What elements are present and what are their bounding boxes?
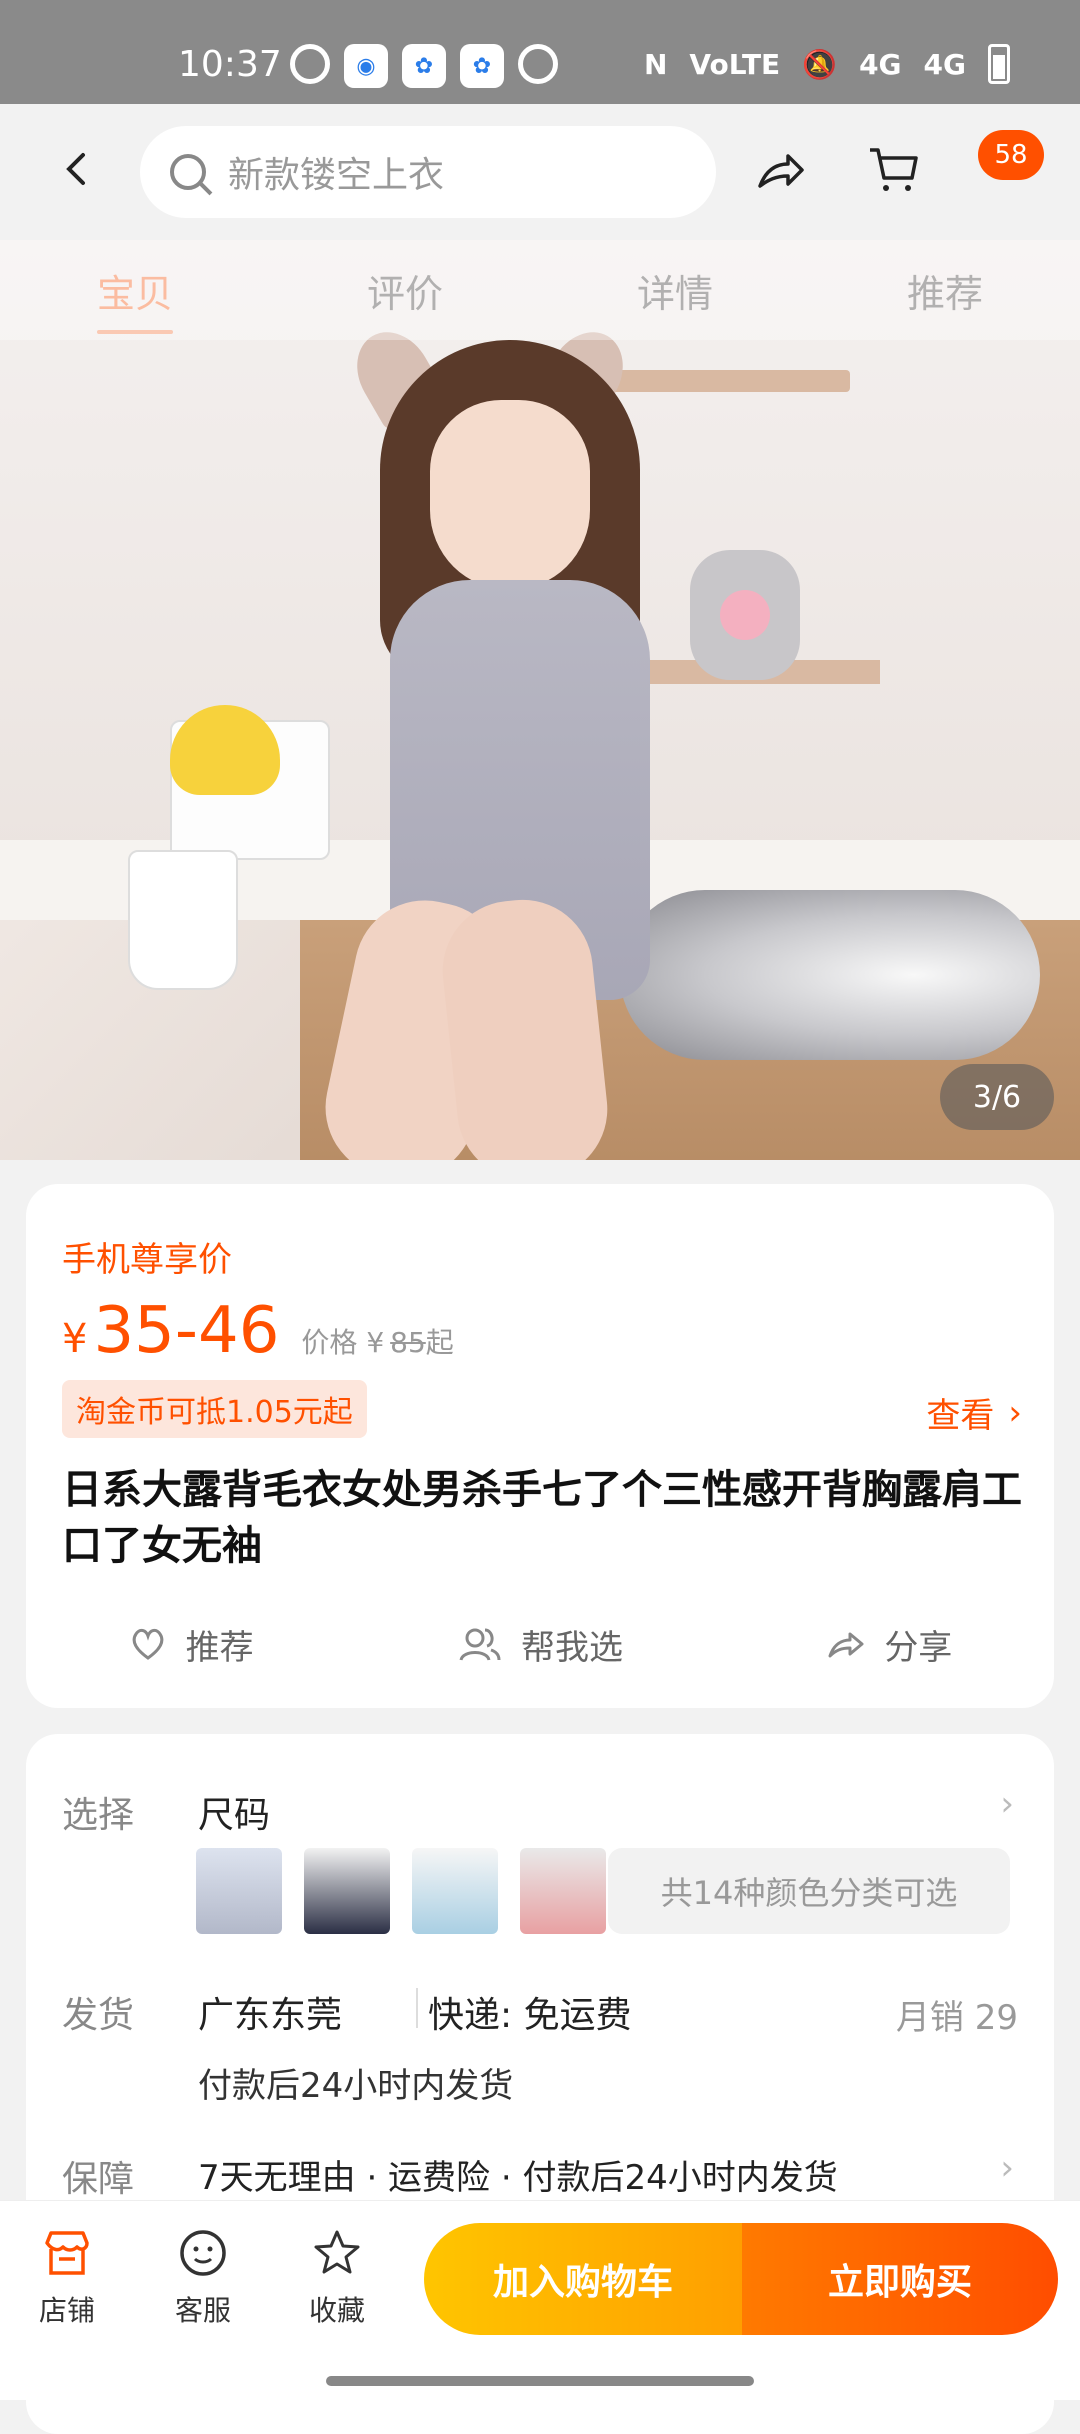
shop-button[interactable]: 店铺 — [12, 2225, 122, 2329]
monthly-sales: 月销 29 — [895, 1998, 1018, 2038]
home-indicator[interactable] — [326, 2376, 754, 2386]
search-icon — [170, 154, 206, 190]
battery-icon — [988, 44, 1010, 84]
app-notification-icon: ✿ — [460, 44, 504, 88]
volte-icon: VoLTE — [689, 47, 781, 81]
shop-label: 店铺 — [38, 2294, 95, 2327]
section-tabs: 宝贝 评价 详情 推荐 — [0, 240, 1080, 340]
share-icon — [828, 1632, 864, 1658]
chevron-right-icon[interactable]: › — [1000, 1784, 1014, 1824]
store-icon — [41, 2225, 93, 2281]
chevron-left-icon — [66, 153, 85, 185]
color-count-button[interactable]: 共14种颜色分类可选 — [608, 1848, 1010, 1934]
people-icon — [459, 1628, 501, 1661]
paw-glove-shape — [690, 550, 800, 680]
alarm-icon — [518, 44, 558, 84]
share-icon — [758, 154, 804, 188]
product-actions: 推荐 帮我选 分享 — [26, 1604, 1054, 1684]
status-bar: 10:37 ◉ ✿ ✿ N VoLTE 🔕 4G 4G — [0, 0, 1080, 104]
currency-symbol: ¥ — [62, 1316, 88, 1362]
original-price: 85 — [390, 1326, 426, 1359]
price-card: 手机尊享价 ¥ 35-46 价格 ¥ 85 起 淘金币可抵1.05元起 查看 ›… — [26, 1184, 1054, 1708]
view-discount-link[interactable]: 查看 › — [926, 1388, 1022, 1437]
select-label: 选择 — [62, 1795, 135, 1836]
product-title: 日系大露背毛衣女处男杀手七了个三性感开背胸露肩工口了女无袖 — [62, 1467, 1022, 1569]
back-button[interactable] — [52, 144, 102, 194]
product-photo — [300, 318, 800, 1160]
sku-thumbnail[interactable] — [196, 1848, 282, 1934]
coin-discount-badge: 淘金币可抵1.05元起 — [62, 1380, 367, 1438]
share-button[interactable] — [752, 142, 812, 202]
share-action-button[interactable]: 分享 — [826, 1620, 952, 1669]
add-to-cart-button[interactable]: 加入购物车 — [424, 2223, 742, 2335]
app-notification-icon: ✿ — [402, 44, 446, 88]
recommend-button[interactable]: 推荐 — [128, 1620, 254, 1669]
guarantee-value[interactable]: 7天无理由 · 运费险 · 付款后24小时内发货 — [198, 2150, 838, 2199]
shipping-label: 发货 — [62, 1995, 135, 2036]
favorite-button[interactable]: 收藏 — [282, 2225, 392, 2329]
status-time: 10:37 — [178, 44, 282, 85]
dnd-icon — [290, 44, 330, 84]
nfc-icon: N — [643, 47, 668, 81]
mute-icon: 🔕 — [802, 47, 838, 81]
shipping-time: 付款后24小时内发货 — [198, 2066, 514, 2106]
service-label: 客服 — [174, 2294, 231, 2327]
divider — [416, 1988, 418, 2028]
sku-thumbnail[interactable] — [412, 1848, 498, 1934]
notification-icons: ◉ ✿ ✿ — [290, 44, 558, 88]
original-price-label: 价格 ¥ — [301, 1326, 385, 1359]
tab-baobei[interactable]: 宝贝 — [96, 263, 174, 334]
price-value: 35-46 — [93, 1294, 280, 1368]
original-price-suffix: 起 — [425, 1326, 454, 1359]
star-icon — [311, 2225, 363, 2281]
tab-details[interactable]: 详情 — [637, 263, 713, 318]
tab-recommend[interactable]: 推荐 — [907, 263, 983, 318]
image-counter: 3/6 — [940, 1064, 1054, 1130]
chevron-right-icon[interactable]: › — [1000, 2148, 1014, 2188]
heart-icon — [132, 1628, 163, 1660]
recommend-label: 推荐 — [185, 1627, 254, 1668]
shipping-origin: 广东东莞 — [198, 1995, 343, 2036]
bottom-action-bar: 店铺 客服 收藏 加入购物车 立即购买 — [0, 2200, 1080, 2400]
face-shape — [430, 400, 590, 590]
product-image-carousel[interactable]: 宝贝 评价 详情 推荐 3/6 — [0, 240, 1080, 1160]
tab-reviews[interactable]: 评价 — [367, 263, 443, 318]
hero-mug — [128, 850, 238, 990]
promo-label: 手机尊享价 — [62, 1240, 232, 1280]
signal-icon: 4G — [859, 47, 902, 81]
system-icons: N VoLTE 🔕 4G 4G — [644, 44, 1010, 84]
signal-icon-2: 4G — [923, 47, 966, 81]
top-bar: 新款镂空上衣 58 — [0, 104, 1080, 240]
favorite-label: 收藏 — [308, 2294, 365, 2327]
sku-thumbnails — [196, 1848, 606, 1934]
price-row: ¥ 35-46 价格 ¥ 85 起 — [62, 1294, 454, 1368]
app-notification-icon: ◉ — [344, 44, 388, 88]
select-value[interactable]: 尺码 — [198, 1786, 270, 1838]
buy-now-button[interactable]: 立即购买 — [742, 2223, 1058, 2335]
cart-badge: 58 — [978, 130, 1044, 180]
search-placeholder: 新款镂空上衣 — [228, 155, 445, 196]
cart-button[interactable] — [866, 142, 926, 202]
help-choose-label: 帮我选 — [520, 1627, 623, 1668]
shipping-method: 快递: 免运费 — [428, 1995, 632, 2036]
cart-icon — [870, 148, 918, 191]
search-bar[interactable]: 新款镂空上衣 — [140, 126, 716, 218]
chevron-right-icon: › — [1008, 1392, 1022, 1433]
guarantee-label: 保障 — [62, 2159, 135, 2200]
sku-thumbnail[interactable] — [304, 1848, 390, 1934]
sku-thumbnail[interactable] — [520, 1848, 606, 1934]
chat-icon — [177, 2225, 229, 2281]
view-label: 查看 — [926, 1396, 995, 1436]
help-choose-button[interactable]: 帮我选 — [457, 1620, 623, 1669]
share-label: 分享 — [884, 1627, 953, 1668]
customer-service-button[interactable]: 客服 — [148, 2225, 258, 2329]
